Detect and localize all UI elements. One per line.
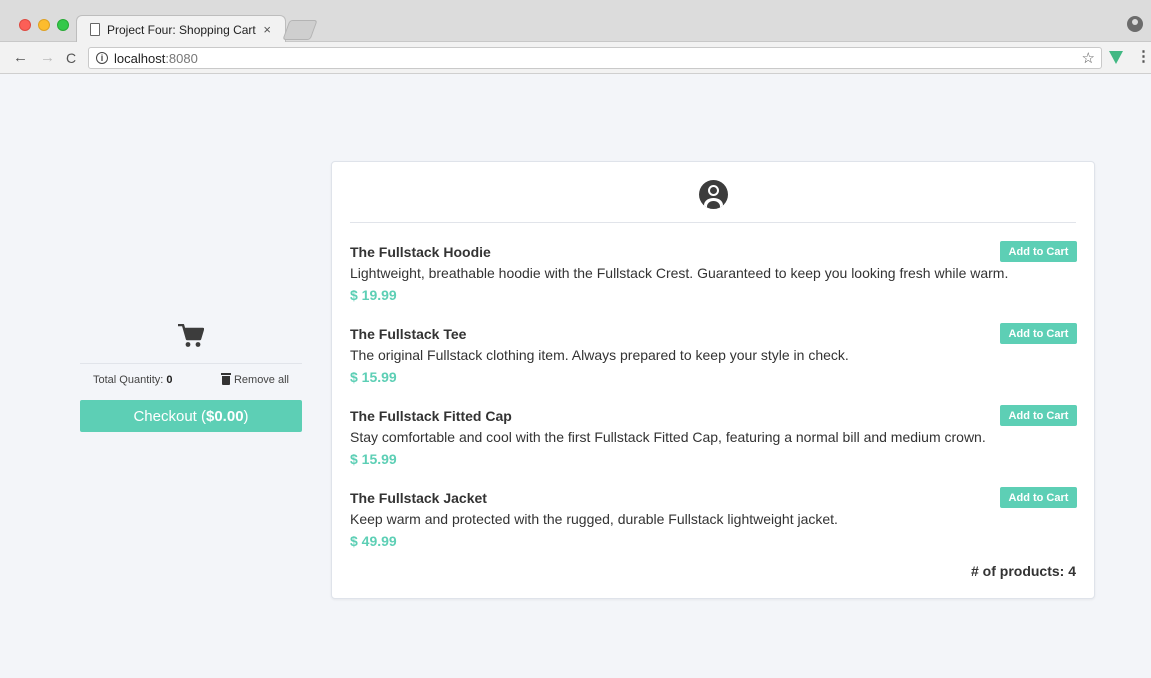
tab-close-icon[interactable]: × <box>263 22 271 37</box>
browser-menu-icon[interactable]: ⋮ <box>1136 47 1151 65</box>
remove-all-button[interactable]: Remove all <box>220 372 289 386</box>
checkout-label-close: ) <box>243 407 249 425</box>
forward-arrow-icon[interactable]: → <box>40 49 55 66</box>
remove-all-label: Remove all <box>233 374 289 386</box>
cart-summary-row: Total Quantity: 0 Remove all <box>80 372 302 386</box>
product-name: The Fullstack Hoodie <box>350 244 491 260</box>
address-bar[interactable]: i localhost:8080 ☆ <box>88 47 1102 69</box>
product-description: The original Fullstack clothing item. Al… <box>350 347 849 363</box>
user-circle-icon <box>699 180 728 209</box>
add-to-cart-button[interactable]: Add to Cart <box>1000 487 1077 508</box>
new-tab-button[interactable] <box>282 20 318 40</box>
shopping-cart-icon <box>178 324 204 347</box>
info-icon[interactable]: i <box>96 52 108 64</box>
browser-toolbar: ← → C i localhost:8080 ☆ ⋮ <box>0 42 1151 74</box>
product-count: # of products: 4 <box>970 563 1076 579</box>
checkout-label: Checkout ( <box>133 407 206 425</box>
maximize-window-button[interactable] <box>57 19 69 31</box>
product-list-card: The Fullstack Hoodie Add to Cart Lightwe… <box>331 161 1095 599</box>
cart-divider <box>80 363 302 364</box>
product-name: The Fullstack Jacket <box>350 490 487 506</box>
back-arrow-icon[interactable]: ← <box>13 49 28 66</box>
product-description: Stay comfortable and cool with the first… <box>350 429 986 445</box>
product-price: $ 19.99 <box>350 287 397 303</box>
product-price: $ 15.99 <box>350 451 397 467</box>
add-to-cart-button[interactable]: Add to Cart <box>1000 405 1077 426</box>
url-host: localhost <box>114 51 166 66</box>
url-port: :8080 <box>165 51 198 66</box>
reload-icon[interactable]: C <box>66 50 76 66</box>
browser-tab-active[interactable]: Project Four: Shopping Cart × <box>76 15 286 43</box>
vue-devtools-icon[interactable] <box>1109 51 1123 64</box>
product-item: The Fullstack Tee Add to Cart The origin… <box>350 323 1077 396</box>
close-window-button[interactable] <box>19 19 31 31</box>
tab-title: Project Four: Shopping Cart <box>107 23 256 37</box>
total-quantity-value: 0 <box>166 374 173 386</box>
product-item: The Fullstack Hoodie Add to Cart Lightwe… <box>350 241 1077 314</box>
cart-panel: Total Quantity: 0 Remove all Checkout ($… <box>80 320 302 432</box>
product-name: The Fullstack Fitted Cap <box>350 408 512 424</box>
add-to-cart-button[interactable]: Add to Cart <box>1000 323 1077 344</box>
product-item: The Fullstack Jacket Add to Cart Keep wa… <box>350 487 1077 560</box>
product-price: $ 15.99 <box>350 369 397 385</box>
profile-icon[interactable] <box>1127 16 1143 32</box>
trash-icon <box>220 372 231 385</box>
checkout-amount: $0.00 <box>206 407 244 425</box>
bookmark-star-icon[interactable]: ☆ <box>1082 49 1095 67</box>
url-text[interactable]: localhost:8080 <box>114 51 198 66</box>
total-quantity: Total Quantity: 0 <box>93 374 173 386</box>
total-quantity-label: Total Quantity: <box>93 374 164 386</box>
page-icon <box>90 23 100 36</box>
card-divider <box>350 222 1076 223</box>
product-name: The Fullstack Tee <box>350 326 467 342</box>
checkout-button[interactable]: Checkout ($0.00) <box>80 400 302 432</box>
product-price: $ 49.99 <box>350 533 397 549</box>
add-to-cart-button[interactable]: Add to Cart <box>1000 241 1077 262</box>
product-description: Keep warm and protected with the rugged,… <box>350 511 838 527</box>
minimize-window-button[interactable] <box>38 19 50 31</box>
product-item: The Fullstack Fitted Cap Add to Cart Sta… <box>350 405 1077 478</box>
product-description: Lightweight, breathable hoodie with the … <box>350 265 1009 281</box>
browser-tab-bar: Project Four: Shopping Cart × <box>0 0 1151 43</box>
